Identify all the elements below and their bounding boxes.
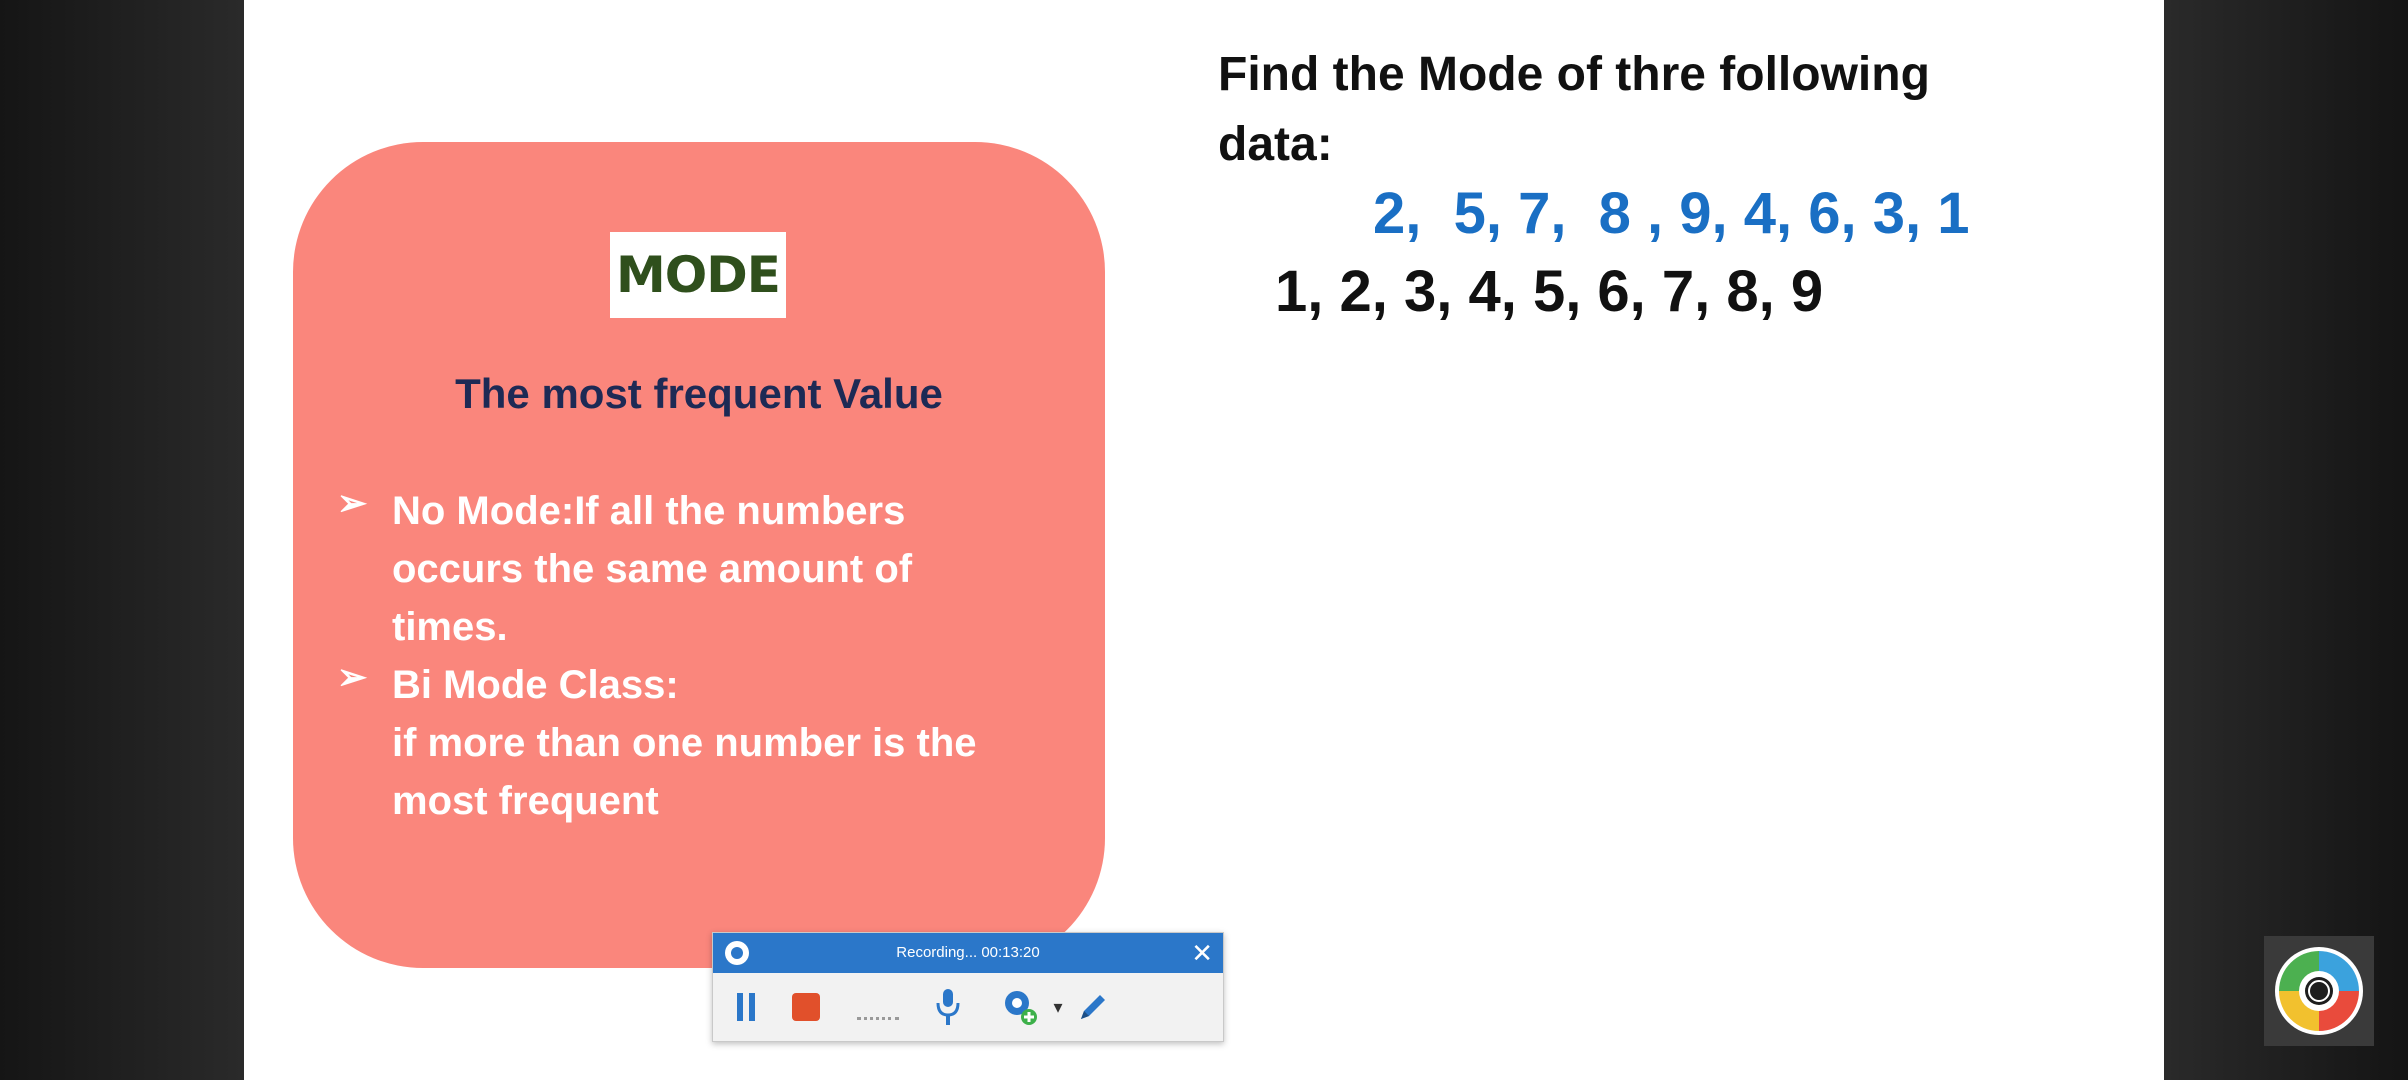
recorder-header: Recording... 00:13:20 ✕ — [713, 933, 1223, 973]
question-line: Find the Mode of thre following — [1218, 48, 1930, 101]
presentation-slide: MODE The most frequent Value ➢ No Mode:I… — [244, 0, 2164, 1080]
bullet-line: No Mode:If all the numbers — [392, 489, 906, 533]
recorder-tools: ▾ — [713, 973, 1223, 1041]
screen-recorder-toolbar: Recording... 00:13:20 ✕ ▾ — [712, 932, 1224, 1042]
audio-level-meter — [853, 987, 903, 1027]
webcam-button[interactable] — [999, 987, 1043, 1027]
pen-icon — [1081, 995, 1105, 1019]
pause-icon-bar — [737, 993, 743, 1021]
draw-button[interactable] — [1073, 987, 1113, 1027]
bullet-line: occurs the same amount of — [392, 547, 913, 591]
mode-heading-box: MODE — [610, 232, 786, 318]
stop-icon — [792, 993, 820, 1021]
bullet-line: most frequent — [392, 779, 659, 823]
webcam-icon — [1005, 991, 1037, 1025]
recording-status: Recording... 00:13:20 — [896, 944, 1040, 961]
right-letterbox — [2164, 0, 2408, 1080]
left-letterbox — [0, 0, 244, 1080]
close-button[interactable]: ✕ — [1191, 933, 1213, 973]
arrow-bullet-icon: ➢ — [337, 482, 368, 523]
bullet-line: Bi Mode Class: — [392, 663, 679, 707]
channel-logo — [2264, 936, 2374, 1046]
level-dots-icon — [857, 1016, 899, 1020]
stop-button[interactable] — [786, 987, 826, 1027]
data-set-original: 2, 5, 7, 8 , 9, 4, 6, 3, 1 — [1373, 181, 1970, 246]
bullet-line: if more than one number is the — [392, 721, 977, 765]
question-line: data: — [1218, 118, 1333, 171]
data-set-sorted: 1, 2, 3, 4, 5, 6, 7, 8, 9 — [1275, 259, 1824, 324]
mode-heading: MODE — [616, 246, 781, 304]
pause-button[interactable] — [731, 987, 761, 1027]
microphone-icon — [936, 989, 960, 1025]
microphone-button[interactable] — [931, 987, 965, 1027]
mode-subtitle: The most frequent Value — [455, 370, 943, 417]
webcam-options-chevron-down-icon[interactable]: ▾ — [1051, 987, 1065, 1027]
pause-icon-bar — [749, 993, 755, 1021]
question-title: Find the Mode of thre following data: — [1218, 40, 1930, 180]
bullet-line: times. — [392, 605, 508, 649]
arrow-bullet-icon: ➢ — [337, 656, 368, 697]
channel-logo-icon — [2275, 947, 2363, 1035]
mode-definition-card: MODE The most frequent Value ➢ No Mode:I… — [293, 142, 1105, 968]
